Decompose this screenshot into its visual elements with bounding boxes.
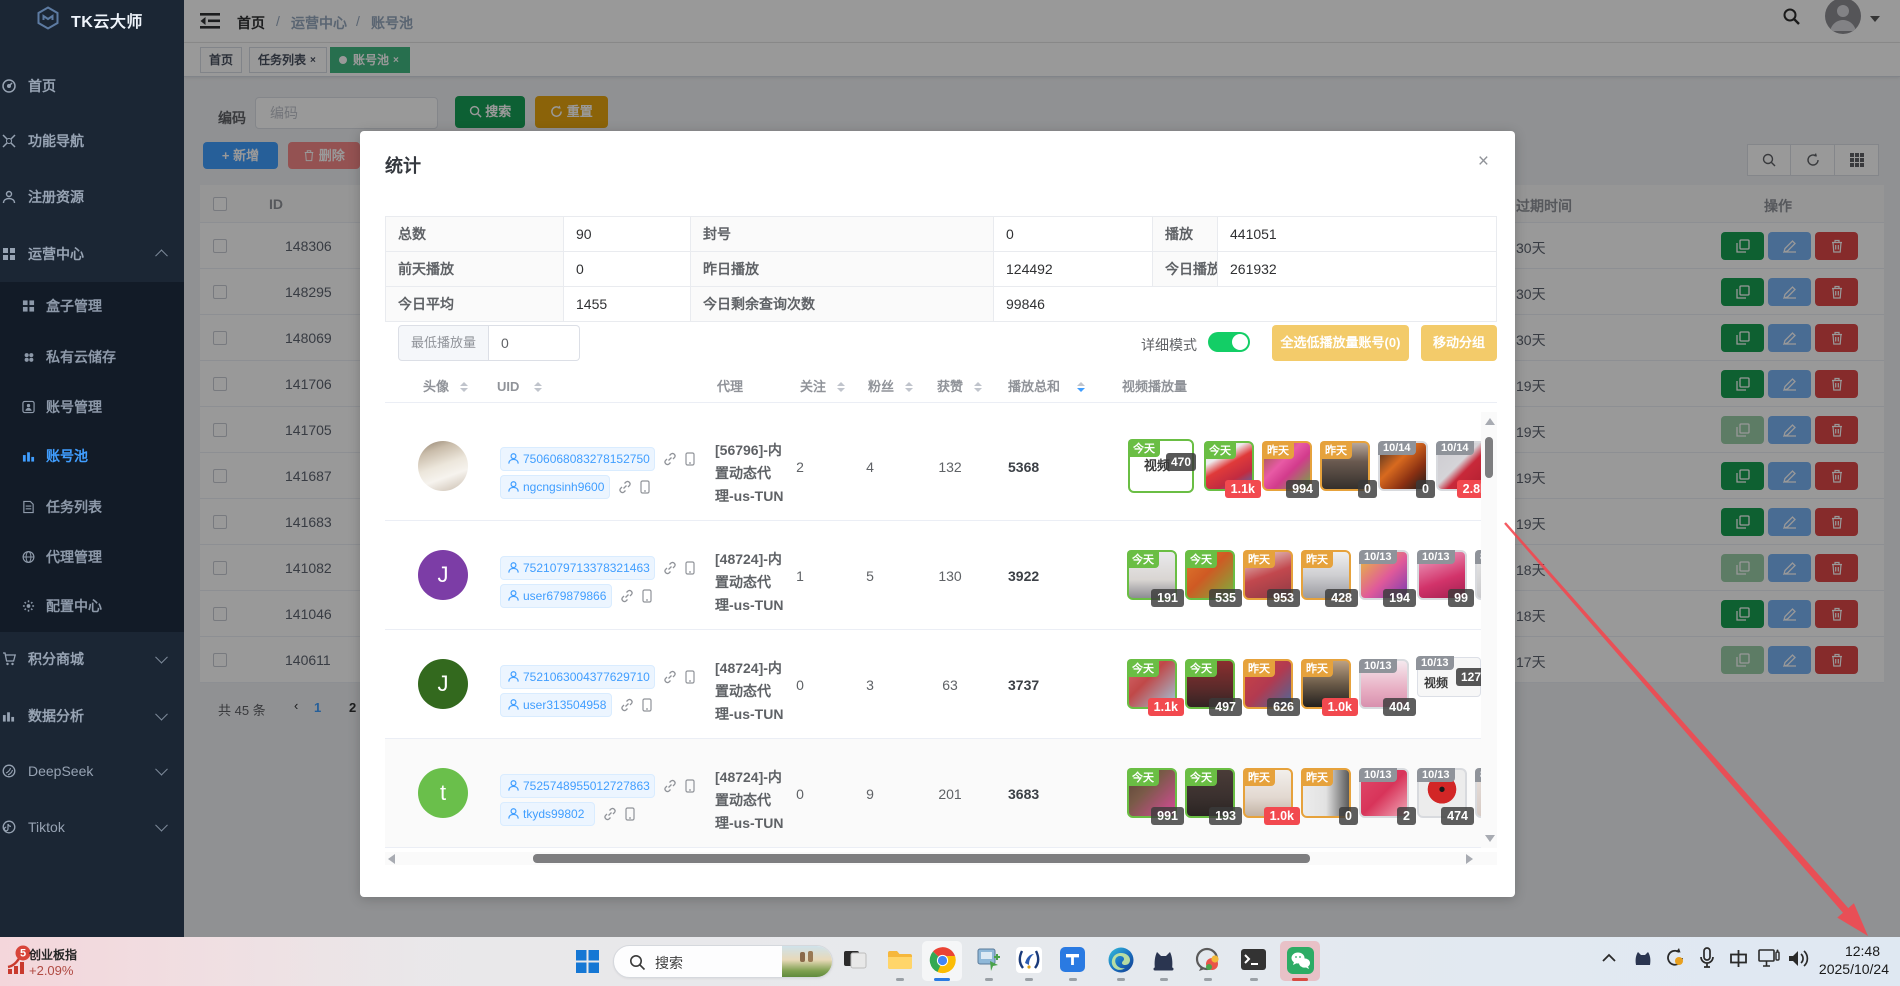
svg-text:5: 5 (20, 948, 26, 960)
